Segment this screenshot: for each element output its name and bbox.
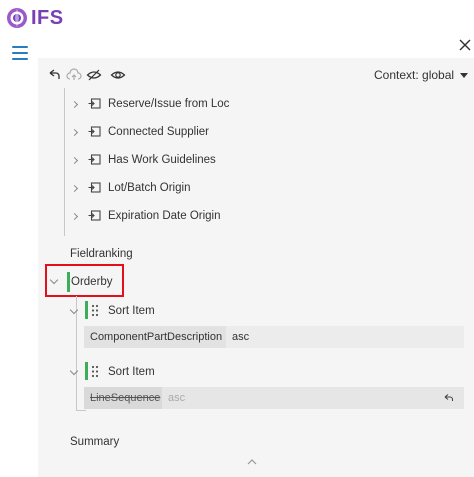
tree-connector (76, 296, 77, 410)
tree-item-label: Has Work Guidelines (108, 154, 216, 166)
summary-label[interactable]: Summary (70, 436, 119, 448)
highlight-box (45, 264, 124, 297)
chevron-down-icon (460, 72, 469, 78)
selection-indicator (85, 301, 88, 319)
sort-field-value[interactable]: LineSequence (84, 387, 162, 409)
undo-icon[interactable] (46, 67, 62, 83)
ifs-logo-text: IFS (31, 6, 64, 29)
drag-handle-icon[interactable] (91, 365, 99, 378)
sort-direction-value[interactable]: asc (162, 387, 464, 409)
reference-icon (88, 98, 101, 109)
tree-connector (64, 88, 65, 236)
sort-direction-value[interactable]: asc (226, 326, 464, 348)
sort-item-field-row-removed[interactable]: LineSequence asc (84, 387, 464, 409)
tree-item-label: Reserve/Issue from Loc (108, 98, 230, 110)
sort-item-label[interactable]: Sort Item (108, 305, 155, 317)
drag-handle-icon[interactable] (91, 304, 99, 317)
hamburger-menu-icon[interactable] (12, 46, 28, 60)
toolbar: Context: global (38, 64, 474, 86)
sort-item-label[interactable]: Sort Item (108, 366, 155, 378)
cloud-upload-icon[interactable] (66, 67, 82, 83)
sort-item-field-row[interactable]: ComponentPartDescription asc (84, 326, 464, 348)
sort-field-value[interactable]: ComponentPartDescription (84, 326, 226, 348)
ifs-logo-mark-icon (7, 8, 27, 28)
tree-item-label: Expiration Date Origin (108, 210, 221, 222)
hide-icon[interactable] (86, 67, 102, 83)
restore-icon[interactable] (443, 393, 454, 403)
context-select-label: Context: global (374, 68, 455, 82)
fieldranking-label[interactable]: Fieldranking (70, 248, 133, 260)
reference-icon (88, 126, 101, 137)
eye-icon[interactable] (110, 67, 126, 83)
selection-indicator (85, 362, 88, 380)
tree-connector (76, 410, 86, 411)
reference-icon (88, 182, 101, 193)
chevron-up-icon[interactable] (247, 459, 257, 465)
sort-direction-text: asc (168, 392, 186, 404)
close-icon[interactable] (458, 38, 472, 52)
tree-item-label: Lot/Batch Origin (108, 182, 191, 194)
tree-item-label: Connected Supplier (108, 126, 210, 138)
context-select[interactable]: Context: global (374, 64, 469, 86)
reference-icon (88, 210, 101, 221)
reference-icon (88, 154, 101, 165)
ifs-logo: IFS (6, 6, 64, 30)
